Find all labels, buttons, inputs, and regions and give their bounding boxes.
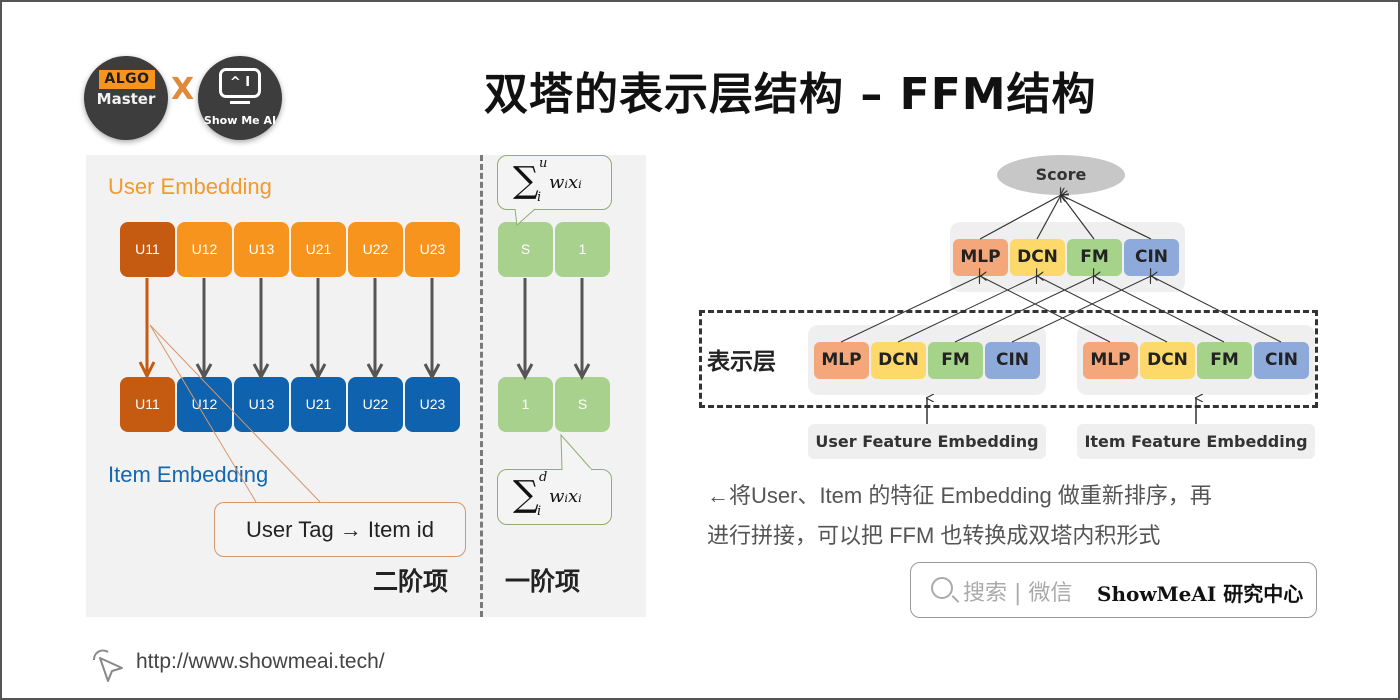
- algo-sub: Master: [96, 90, 156, 108]
- sum-upper-limit: u: [539, 156, 548, 171]
- callout-user-tag-item-id: User Tag → Item id: [214, 502, 466, 557]
- first-order-cell: 1: [498, 377, 553, 432]
- user-cell: U21: [291, 222, 346, 277]
- search-brand: ShowMeAI 研究中心: [1097, 582, 1304, 606]
- item-cin-block: CIN: [1254, 342, 1309, 379]
- top-fm-block: FM: [1067, 239, 1122, 276]
- score-node: Score: [997, 155, 1125, 195]
- top-cin-block: CIN: [1124, 239, 1179, 276]
- item-dcn-block: DCN: [1140, 342, 1195, 379]
- item-fm-block: FM: [1197, 342, 1252, 379]
- user-cell: U22: [348, 222, 403, 277]
- wechat-search-box: 搜索 | 微信 ShowMeAI 研究中心: [910, 562, 1317, 618]
- item-cell: U21: [291, 377, 346, 432]
- top-dcn-block: DCN: [1010, 239, 1065, 276]
- collab-x-icon: X: [171, 72, 195, 107]
- top-mlp-block: MLP: [953, 239, 1008, 276]
- sigma-symbol: ∑: [513, 474, 539, 515]
- user-embedding-label: User Embedding: [108, 174, 272, 199]
- showme-glyph: ^ I: [229, 75, 251, 90]
- search-hint: 搜索 | 微信: [963, 581, 1073, 606]
- second-order-label: 二阶项: [373, 567, 449, 596]
- first-order-label: 一阶项: [505, 567, 581, 596]
- description: ←将User、Item 的特征 Embedding 做重新排序，再 进行拼接，可…: [707, 476, 1327, 556]
- description-line-1: ←将User、Item 的特征 Embedding 做重新排序，再: [707, 483, 1212, 508]
- user-mlp-block: MLP: [814, 342, 869, 379]
- user-feature-embedding: User Feature Embedding: [808, 424, 1046, 459]
- search-icon: [931, 577, 953, 599]
- user-cell: U12: [177, 222, 232, 277]
- sigma-symbol: ∑: [513, 160, 539, 201]
- sum-index: i: [537, 190, 542, 205]
- user-cell: U11: [120, 222, 175, 277]
- algo-tag: ALGO: [99, 70, 155, 89]
- showme-sub: Show Me AI: [203, 114, 277, 127]
- first-order-cell: S: [555, 377, 610, 432]
- first-order-cell: 1: [555, 222, 610, 277]
- sum-upper-limit: d: [539, 470, 548, 485]
- algo-master-logo: ALGO Master: [84, 56, 168, 140]
- footer-url-link[interactable]: http://www.showmeai.tech/: [136, 650, 385, 674]
- monitor-icon: ^ I: [219, 68, 261, 104]
- panel-divider: [480, 155, 483, 617]
- sum-index: i: [537, 504, 542, 519]
- first-order-cell: S: [498, 222, 553, 277]
- representation-layer-label: 表示层: [707, 349, 776, 375]
- user-cin-block: CIN: [985, 342, 1040, 379]
- item-cell: U13: [234, 377, 289, 432]
- item-cell: U23: [405, 377, 460, 432]
- item-mlp-block: MLP: [1083, 342, 1138, 379]
- sum-body: wᵢxᵢ: [549, 172, 582, 193]
- item-cell: U11: [120, 377, 175, 432]
- item-cell: U22: [348, 377, 403, 432]
- item-cell: U12: [177, 377, 232, 432]
- showmeai-logo: ^ I Show Me AI: [198, 56, 282, 140]
- user-fm-block: FM: [928, 342, 983, 379]
- page-title: 双塔的表示层结构 – FFM结构: [484, 69, 1097, 120]
- cursor-click-icon: [93, 649, 123, 682]
- user-cell: U13: [234, 222, 289, 277]
- user-cell: U23: [405, 222, 460, 277]
- item-embedding-label: Item Embedding: [108, 462, 269, 487]
- item-feature-embedding: Item Feature Embedding: [1077, 424, 1315, 459]
- description-line-2: 进行拼接，可以把 FFM 也转换成双塔内积形式: [707, 523, 1161, 548]
- sum-body: wᵢxᵢ: [549, 486, 582, 507]
- user-dcn-block: DCN: [871, 342, 926, 379]
